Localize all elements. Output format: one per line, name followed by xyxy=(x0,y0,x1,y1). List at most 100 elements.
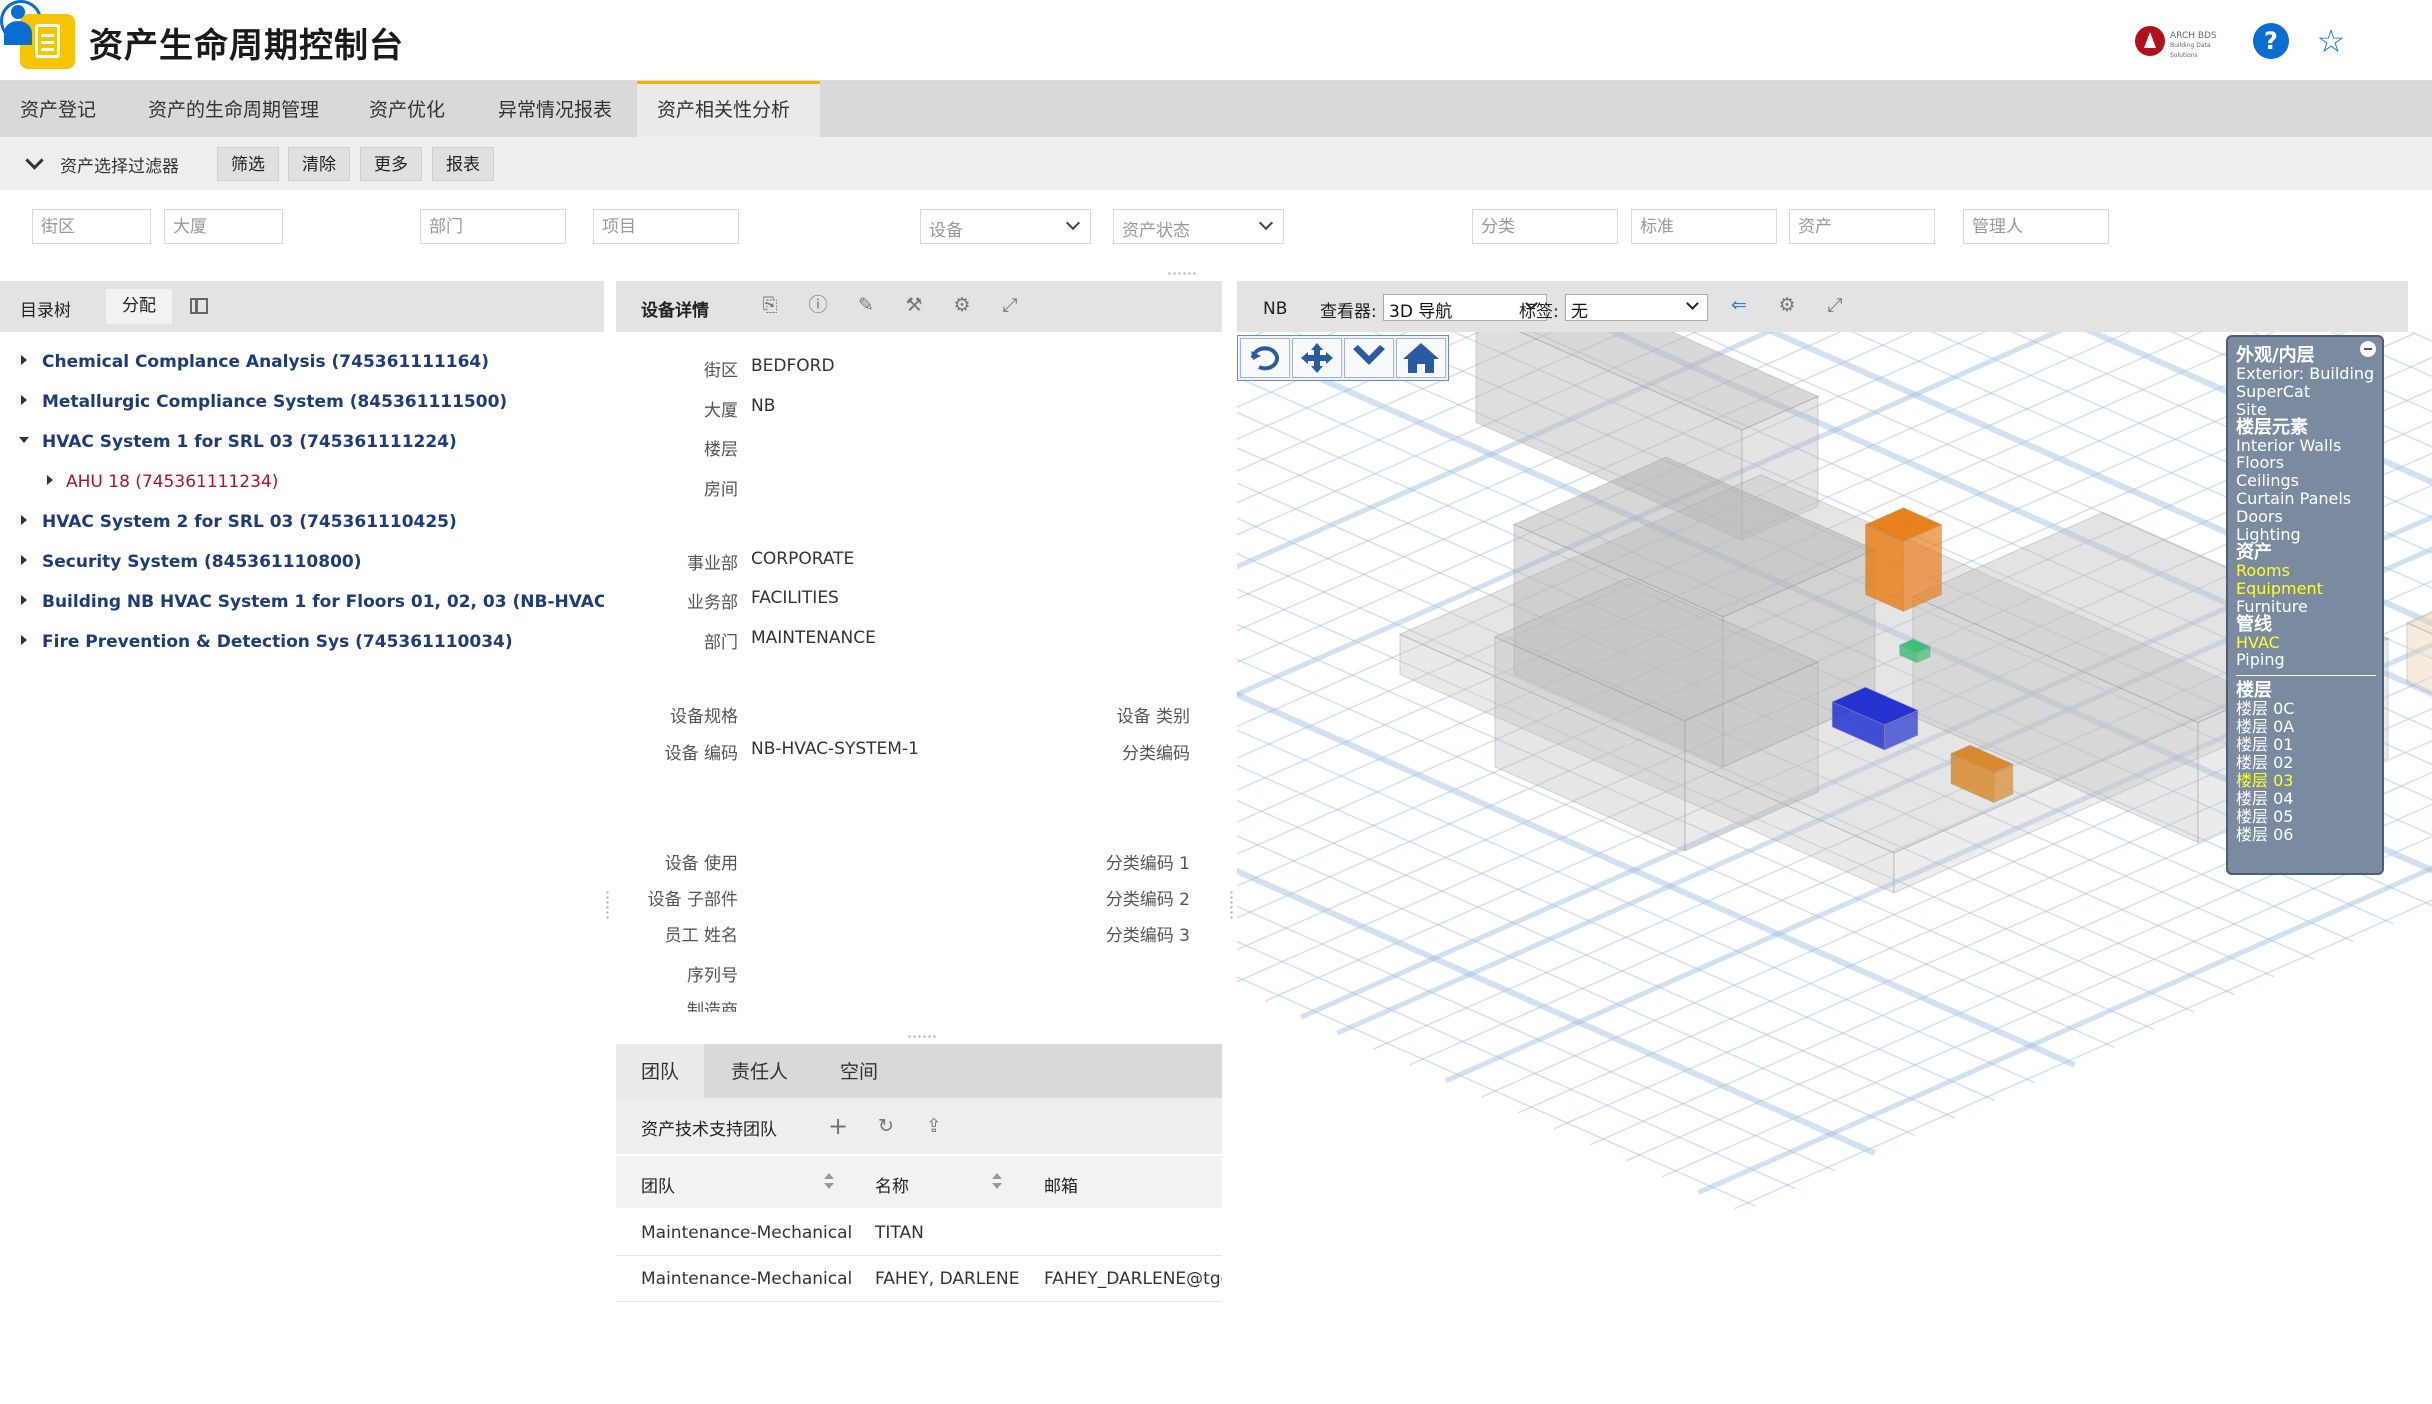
clear-button[interactable]: 清除 xyxy=(288,147,350,181)
back-arrow-icon[interactable]: ⇐ xyxy=(1727,293,1751,317)
tag-select[interactable]: 无 xyxy=(1565,294,1708,322)
legend-floor-item[interactable]: 楼层 05 xyxy=(2236,807,2376,826)
tab-responsible[interactable]: 责任人 xyxy=(706,1044,813,1098)
manager-input[interactable] xyxy=(1963,209,2109,244)
resize-handle[interactable] xyxy=(1167,271,1197,276)
filter-button[interactable]: 筛选 xyxy=(217,147,279,181)
legend-layer-item[interactable]: Ceilings xyxy=(2236,472,2376,490)
column-header-name[interactable]: 名称 xyxy=(875,1172,909,1197)
category-input[interactable] xyxy=(1472,209,1618,244)
gear-icon[interactable]: ⚙ xyxy=(1775,293,1799,317)
legend-layer-item[interactable]: Floors xyxy=(2236,454,2376,472)
caret-right-icon[interactable] xyxy=(47,475,53,485)
standard-input[interactable] xyxy=(1631,209,1777,244)
caret-right-icon[interactable] xyxy=(21,595,27,605)
export-icon[interactable]: ⇪ xyxy=(922,1114,946,1138)
equipment-select[interactable]: 设备 xyxy=(920,209,1091,244)
caret-right-icon[interactable] xyxy=(21,515,27,525)
tab-assignment[interactable]: 分配 xyxy=(106,289,172,324)
legend-layer-item[interactable]: Rooms xyxy=(2236,561,2376,580)
legend-layer-item[interactable]: Site xyxy=(2236,400,2376,419)
report-button[interactable]: 报表 xyxy=(432,147,494,181)
legend-layer-item[interactable]: Doors xyxy=(2236,508,2376,526)
field-value: BEDFORD xyxy=(751,356,835,376)
wrench-icon[interactable]: ⚒ xyxy=(902,293,926,317)
tab-exception-report[interactable]: 异常情况报表 xyxy=(478,81,632,137)
legend-layer-item[interactable]: Interior Walls xyxy=(2236,436,2376,455)
tab-space[interactable]: 空间 xyxy=(815,1044,903,1098)
chevron-down-icon xyxy=(1686,297,1699,310)
asset-status-select[interactable]: 资产状态 xyxy=(1113,209,1284,244)
pan-icon[interactable] xyxy=(1292,338,1342,378)
home-icon[interactable] xyxy=(1396,338,1446,378)
legend-layer-item[interactable]: Piping xyxy=(2236,651,2376,669)
tab-asset-optimization[interactable]: 资产优化 xyxy=(349,81,465,137)
expand-icon[interactable]: ⤢ xyxy=(1823,293,1847,317)
legend-layer-item[interactable]: Curtain Panels xyxy=(2236,490,2376,508)
tree-item[interactable]: Fire Prevention & Detection Sys (7453611… xyxy=(0,622,604,662)
tree-item[interactable]: HVAC System 1 for SRL 03 (745361111224) xyxy=(0,422,604,462)
caret-down-icon[interactable] xyxy=(19,437,29,443)
expand-icon[interactable]: ⤢ xyxy=(998,293,1022,317)
gear-icon[interactable]: ⚙ xyxy=(950,293,974,317)
legend-layer-item[interactable]: HVAC xyxy=(2236,633,2376,652)
sort-icon[interactable] xyxy=(824,1173,834,1191)
legend-layer-item[interactable]: Furniture xyxy=(2236,597,2376,616)
project-input[interactable] xyxy=(593,209,739,244)
legend-floor-item[interactable]: 楼层 02 xyxy=(2236,754,2376,772)
field-label: 设备规格 xyxy=(670,707,738,727)
department-input[interactable] xyxy=(420,209,566,244)
panel-toggle-icon[interactable] xyxy=(190,298,208,314)
legend-floor-item[interactable]: 楼层 0C xyxy=(2236,700,2376,718)
tree-item[interactable]: Security System (845361110800) xyxy=(0,542,604,582)
favorites-star-icon[interactable]: ☆ xyxy=(2313,23,2349,59)
resize-handle[interactable] xyxy=(907,1034,937,1039)
help-icon[interactable]: ? xyxy=(2253,23,2289,59)
info-icon[interactable]: ⓘ xyxy=(806,293,830,317)
add-icon[interactable]: + xyxy=(826,1114,850,1138)
tab-directory-tree[interactable]: 目录树 xyxy=(20,296,71,321)
tree-item[interactable]: Building NB HVAC System 1 for Floors 01,… xyxy=(0,582,604,622)
resize-handle[interactable] xyxy=(1229,890,1235,920)
collapse-icon[interactable] xyxy=(2360,341,2376,357)
legend-floor-item[interactable]: 楼层 03 xyxy=(2236,771,2376,790)
street-input[interactable] xyxy=(32,209,151,244)
zoom-down-icon[interactable] xyxy=(1344,338,1394,378)
table-row[interactable]: Maintenance-Mechanical TITAN xyxy=(616,1210,1222,1256)
field-label: 业务部 xyxy=(687,593,738,613)
refresh-icon[interactable]: ↻ xyxy=(874,1114,898,1138)
more-button[interactable]: 更多 xyxy=(360,147,422,181)
tree-item[interactable]: HVAC System 2 for SRL 03 (745361110425) xyxy=(0,502,604,542)
tree-item-child[interactable]: AHU 18 (745361111234) xyxy=(0,462,604,502)
orbit-icon[interactable] xyxy=(1240,338,1290,378)
legend-floor-item[interactable]: 楼层 06 xyxy=(2236,825,2376,844)
equipment-ahu xyxy=(1864,507,1943,613)
caret-right-icon[interactable] xyxy=(21,395,27,405)
tab-asset-lifecycle[interactable]: 资产的生命周期管理 xyxy=(128,81,339,137)
legend-layer-item[interactable]: Exterior: Building xyxy=(2236,365,2376,383)
legend-floor-item[interactable]: 楼层 04 xyxy=(2236,789,2376,808)
column-header-email[interactable]: 邮箱 xyxy=(1044,1172,1078,1197)
legend-floor-item[interactable]: 楼层 01 xyxy=(2236,736,2376,754)
chevron-down-icon[interactable] xyxy=(24,151,48,175)
resize-handle[interactable] xyxy=(605,890,611,920)
tree-item[interactable]: Chemical Complance Analysis (74536111116… xyxy=(0,342,604,382)
legend-floor-item[interactable]: 楼层 0A xyxy=(2236,718,2376,736)
caret-right-icon[interactable] xyxy=(21,355,27,365)
table-row[interactable]: Maintenance-Mechanical FAHEY, DARLENE FA… xyxy=(616,1256,1222,1302)
tab-asset-registration[interactable]: 资产登记 xyxy=(0,81,116,137)
asset-input[interactable] xyxy=(1789,209,1935,244)
tab-asset-correlation[interactable]: 资产相关性分析 xyxy=(637,81,820,137)
building-input[interactable] xyxy=(164,209,283,244)
column-header-team[interactable]: 团队 xyxy=(641,1172,675,1197)
sort-icon[interactable] xyxy=(992,1173,1002,1191)
caret-right-icon[interactable] xyxy=(21,635,27,645)
legend-layer-item[interactable]: SuperCat xyxy=(2236,382,2376,401)
edit-pencil-icon[interactable]: ✎ xyxy=(854,293,878,317)
copy-icon[interactable]: ⎘ xyxy=(758,293,782,317)
field-label: 街区 xyxy=(704,361,738,381)
legend-layer-item[interactable]: Equipment xyxy=(2236,579,2376,598)
caret-right-icon[interactable] xyxy=(21,555,27,565)
tab-team[interactable]: 团队 xyxy=(616,1044,705,1098)
tree-item[interactable]: Metallurgic Compliance System (845361111… xyxy=(0,382,604,422)
